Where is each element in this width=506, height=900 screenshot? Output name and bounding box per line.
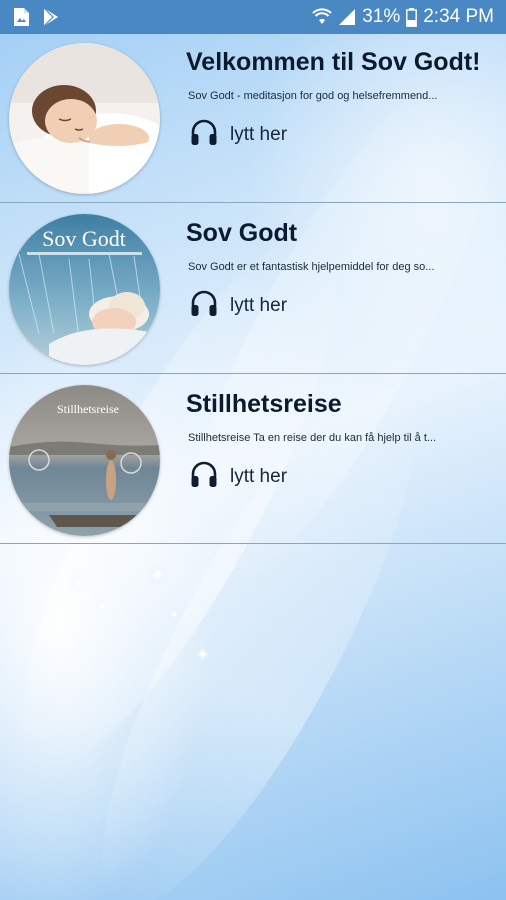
headphones-icon — [188, 287, 220, 324]
thumbnail-title-text: Sov Godt — [42, 226, 126, 251]
headphones-icon — [188, 458, 220, 495]
listen-label: lytt her — [230, 465, 288, 487]
wifi-icon — [312, 8, 332, 26]
thumbnail-stillhetsreise: Stillhetsreise — [9, 385, 160, 536]
sparkle-decoration: ✦ — [150, 565, 166, 585]
thumbnail-sov-godt: Sov Godt — [9, 214, 160, 365]
list-item[interactable]: Sov Godt Sov Godt Sov Godt er et fantast… — [0, 203, 506, 374]
status-bar: 31% 2:34 PM — [0, 0, 506, 34]
meditation-list: Velkommen til Sov Godt! Sov Godt - medit… — [0, 34, 506, 544]
thumbnail-title-text: Stillhetsreise — [57, 402, 119, 416]
item-description: Stillhetsreise Ta en reise der du kan få… — [188, 432, 437, 444]
headphones-icon — [188, 116, 220, 153]
listen-button[interactable]: lytt her — [188, 287, 287, 324]
listen-label: lytt her — [230, 294, 288, 316]
sparkle-decoration: ✦ — [98, 601, 108, 613]
app-screen: ✦ ✦ ✦ ✦ ✦ ✦ 31% 2:34 PM Velkommen til So… — [0, 0, 506, 900]
battery-icon — [406, 7, 418, 27]
listen-button[interactable]: lytt her — [188, 458, 287, 495]
item-title: Sov Godt — [186, 219, 298, 247]
item-description: Sov Godt - meditasjon for god og helsefr… — [188, 90, 438, 102]
gallery-icon — [12, 7, 30, 27]
listen-button[interactable]: lytt her — [188, 116, 287, 153]
sparkle-decoration: ✦ — [196, 647, 210, 664]
list-item[interactable]: Stillhetsreise Stillhetsreise Stillhetsr… — [0, 374, 506, 544]
item-title: Velkommen til Sov Godt! — [186, 48, 481, 76]
thumbnail-sleeping-woman — [9, 43, 160, 194]
play-store-icon — [42, 7, 60, 27]
sparkle-decoration: ✦ — [170, 610, 179, 621]
system-status: 31% 2:34 PM — [312, 6, 494, 28]
signal-icon — [338, 8, 356, 26]
sparkle-decoration: ✦ — [72, 575, 84, 591]
clock: 2:34 PM — [423, 6, 494, 27]
list-item[interactable]: Velkommen til Sov Godt! Sov Godt - medit… — [0, 34, 506, 203]
listen-label: lytt her — [230, 123, 288, 145]
item-description: Sov Godt er et fantastisk hjelpemiddel f… — [188, 261, 435, 273]
battery-percent: 31% — [362, 6, 401, 27]
item-title: Stillhetsreise — [186, 390, 342, 418]
notification-icons — [12, 7, 60, 27]
